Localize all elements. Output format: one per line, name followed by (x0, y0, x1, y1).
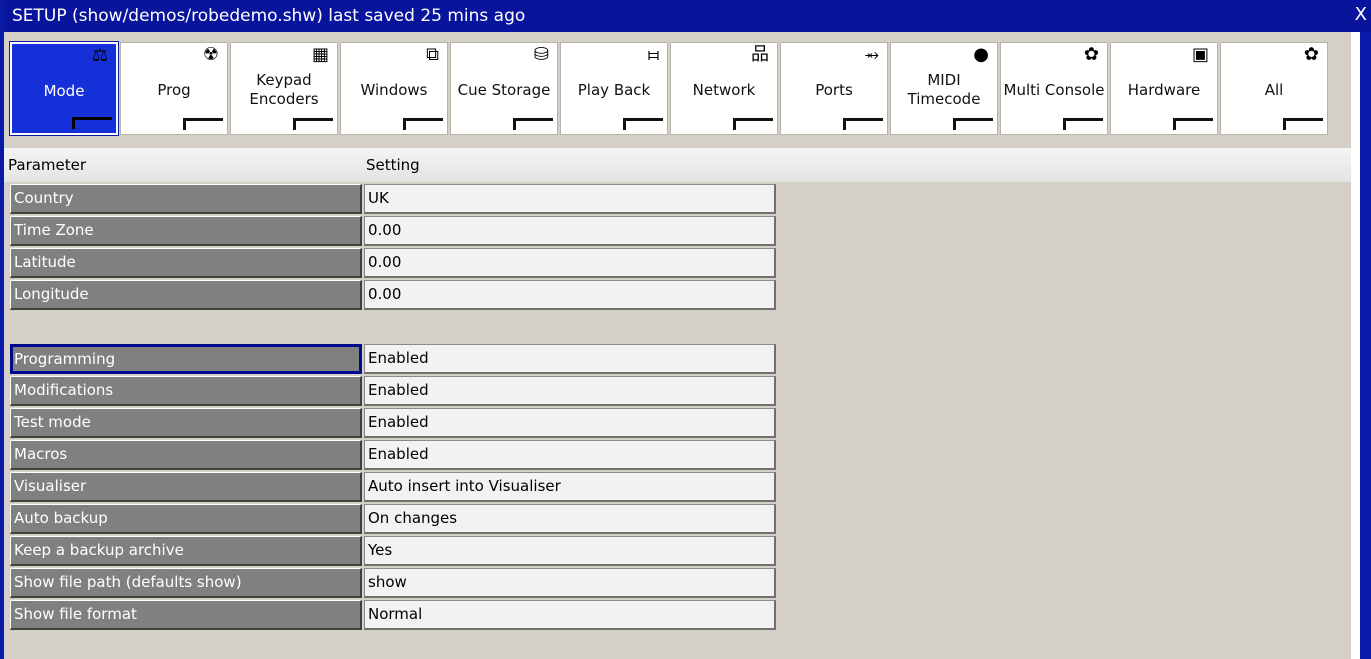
setting-value[interactable]: Enabled (364, 440, 776, 470)
tab-label: Keypad Encoders (249, 71, 319, 108)
tab-corner-mark (1173, 118, 1213, 130)
setting-value[interactable]: 0.00 (364, 248, 776, 278)
spotlight-icon: ☢ (202, 44, 219, 65)
parameter-label[interactable]: Programming (10, 344, 362, 374)
setting-value[interactable]: show (364, 568, 776, 598)
parameter-label[interactable]: Longitude (10, 280, 362, 310)
table-row: Programming Enabled (10, 344, 776, 374)
close-button[interactable]: X (1355, 4, 1367, 26)
scrollbar-track[interactable] (1351, 32, 1360, 659)
parameter-label[interactable]: Show file path (defaults show) (10, 568, 362, 598)
parameter-label[interactable]: Macros (10, 440, 362, 470)
tab-corner-mark (293, 118, 333, 130)
faders-icon: ⧦ (647, 44, 659, 65)
parameter-label[interactable]: Country (10, 184, 362, 214)
table-row: Modifications Enabled (10, 376, 776, 406)
tab-ports[interactable]: ⥇ Ports (780, 42, 888, 135)
setting-value[interactable]: Enabled (364, 376, 776, 406)
tab-prog[interactable]: ☢ Prog (120, 42, 228, 135)
setting-value[interactable]: UK (364, 184, 776, 214)
table-row: Show file format Normal (10, 600, 776, 630)
parameter-label[interactable]: Time Zone (10, 216, 362, 246)
vertical-scrollbar[interactable] (1351, 32, 1371, 659)
tab-corner-mark (953, 118, 993, 130)
setting-value[interactable]: Auto insert into Visualiser (364, 472, 776, 502)
parameter-label[interactable]: Auto backup (10, 504, 362, 534)
table-row: Macros Enabled (10, 440, 776, 470)
setting-value[interactable]: Normal (364, 600, 776, 630)
tab-mode[interactable]: ⚖ Mode (9, 41, 119, 136)
tab-corner-mark (72, 117, 112, 129)
gear-icon: ✿ (1083, 44, 1099, 65)
setup-window: SETUP (show/demos/robedemo.shw) last sav… (0, 0, 1371, 659)
tab-keypad-encoders[interactable]: ▦ Keypad Encoders (230, 42, 338, 135)
tab-corner-mark (183, 118, 223, 130)
mode-icon: ⚖ (91, 45, 108, 66)
keypad-icon: ▦ (311, 44, 329, 65)
parameter-label[interactable]: Test mode (10, 408, 362, 438)
tab-label: Mode (43, 81, 85, 100)
setting-value[interactable]: On changes (364, 504, 776, 534)
parameter-label[interactable]: Keep a backup archive (10, 536, 362, 566)
table-row: Country UK (10, 184, 776, 214)
tab-corner-mark (403, 118, 443, 130)
tab-corner-mark (733, 118, 773, 130)
database-icon: ⛁ (533, 44, 549, 65)
tab-label: Cue Storage (457, 80, 551, 99)
tab-play-back[interactable]: ⧦ Play Back (560, 42, 668, 135)
setting-value[interactable]: 0.00 (364, 280, 776, 310)
title-bar: SETUP (show/demos/robedemo.shw) last sav… (4, 0, 1371, 32)
setting-value[interactable]: Enabled (364, 408, 776, 438)
parameter-label[interactable]: Show file format (10, 600, 362, 630)
table-row: Latitude 0.00 (10, 248, 776, 278)
tab-corner-mark (1063, 118, 1103, 130)
tab-corner-mark (513, 118, 553, 130)
tab-label: Ports (815, 80, 853, 99)
tab-label: Hardware (1127, 80, 1201, 99)
setting-value[interactable]: Yes (364, 536, 776, 566)
table-row: Visualiser Auto insert into Visualiser (10, 472, 776, 502)
setting-value[interactable]: Enabled (364, 344, 776, 374)
table-row: Auto backup On changes (10, 504, 776, 534)
tab-label: Prog (157, 80, 191, 99)
table-row: Test mode Enabled (10, 408, 776, 438)
tab-label: All (1264, 80, 1284, 99)
table-row: Time Zone 0.00 (10, 216, 776, 246)
tab-label: Network (692, 80, 756, 99)
gear-icon: ✿ (1303, 44, 1319, 65)
parameter-label[interactable]: Latitude (10, 248, 362, 278)
tab-label: Play Back (577, 80, 651, 99)
network-icon: 品 (751, 44, 769, 65)
tab-windows[interactable]: ⧉ Windows (340, 42, 448, 135)
parameter-label[interactable]: Modifications (10, 376, 362, 406)
table-row: Longitude 0.00 (10, 280, 776, 310)
tab-corner-mark (623, 118, 663, 130)
tab-corner-mark (843, 118, 883, 130)
tab-label: Windows (360, 80, 428, 99)
window-title: SETUP (show/demos/robedemo.shw) last sav… (12, 6, 526, 26)
tab-label: Multi Console (1003, 80, 1105, 99)
chip-icon: ▣ (1191, 44, 1209, 65)
midi-icon: ● (973, 44, 989, 65)
setting-value[interactable]: 0.00 (364, 216, 776, 246)
table-row: Keep a backup archive Yes (10, 536, 776, 566)
tab-hardware[interactable]: ▣ Hardware (1110, 42, 1218, 135)
tab-cue-storage[interactable]: ⛁ Cue Storage (450, 42, 558, 135)
tab-all[interactable]: ✿ All (1220, 42, 1328, 135)
tab-multi-console[interactable]: ✿ Multi Console (1000, 42, 1108, 135)
parameter-label[interactable]: Visualiser (10, 472, 362, 502)
parameter-column-header: Parameter (8, 156, 87, 174)
tab-corner-mark (1283, 118, 1323, 130)
table-row: Show file path (defaults show) show (10, 568, 776, 598)
table-header: Parameter Setting (4, 148, 1355, 182)
windows-icon: ⧉ (426, 44, 439, 65)
tab-midi-timecode[interactable]: ● MIDI Timecode (890, 42, 998, 135)
setup-tab-bar: ⚖ Mode ☢ Prog ▦ Keypad Encoders ⧉ Windows ⛁ C… (4, 32, 1355, 136)
setting-column-header: Setting (366, 156, 420, 174)
tab-label: MIDI Timecode (907, 71, 981, 108)
usb-icon: ⥇ (864, 44, 879, 65)
tab-network[interactable]: 品 Network (670, 42, 778, 135)
